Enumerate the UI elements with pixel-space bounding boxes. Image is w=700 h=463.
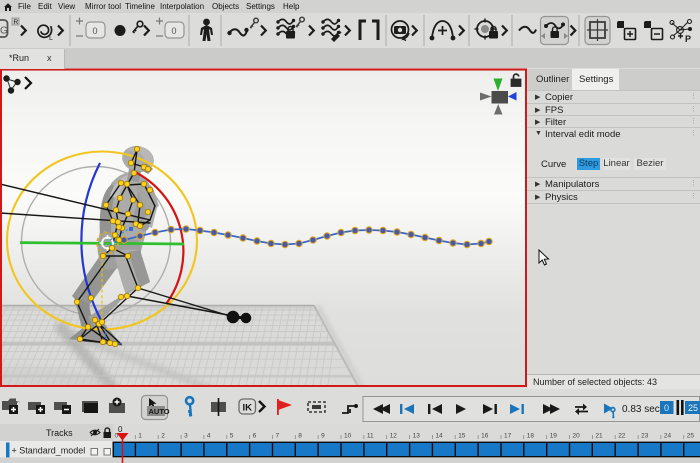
svg-text:10: 10: [344, 433, 352, 440]
svg-text:1: 1: [138, 433, 142, 440]
svg-text:9: 9: [321, 433, 325, 440]
svg-text:R: R: [14, 19, 19, 26]
svg-text:20: 20: [573, 433, 581, 440]
svg-text:IK: IK: [243, 403, 253, 414]
svg-text:17: 17: [504, 433, 512, 440]
svg-text:G: G: [0, 26, 8, 37]
svg-text:8: 8: [298, 433, 302, 440]
svg-text:11: 11: [367, 433, 374, 440]
svg-text:12: 12: [390, 433, 398, 440]
svg-text:6: 6: [253, 433, 257, 440]
svg-text:L: L: [49, 35, 53, 42]
svg-text:0: 0: [172, 26, 177, 36]
svg-text:23: 23: [641, 433, 649, 440]
svg-text:18: 18: [527, 433, 535, 440]
svg-text:5: 5: [230, 433, 234, 440]
svg-text:4: 4: [207, 433, 211, 440]
svg-text:15: 15: [458, 433, 466, 440]
svg-text:19: 19: [550, 433, 558, 440]
svg-text:P: P: [685, 34, 691, 44]
svg-text:16: 16: [481, 433, 489, 440]
svg-text:AUTO: AUTO: [149, 407, 170, 416]
svg-text:Tracks: Tracks: [46, 428, 73, 438]
svg-text:24: 24: [664, 433, 672, 440]
svg-text:13: 13: [413, 433, 421, 440]
svg-text:22: 22: [618, 433, 626, 440]
svg-text:0: 0: [118, 425, 123, 434]
svg-text:0: 0: [664, 403, 669, 413]
svg-text:2: 2: [161, 433, 165, 440]
svg-text:+ Standard_model: + Standard_model: [12, 446, 86, 456]
svg-text:14: 14: [435, 433, 443, 440]
svg-text:0.83 sec: 0.83 sec: [622, 404, 660, 415]
svg-text:25: 25: [687, 433, 695, 440]
svg-text:7: 7: [276, 433, 280, 440]
svg-text:25: 25: [688, 403, 698, 413]
svg-text:0: 0: [93, 26, 98, 36]
svg-text:3: 3: [184, 433, 188, 440]
svg-text:21: 21: [595, 433, 603, 440]
